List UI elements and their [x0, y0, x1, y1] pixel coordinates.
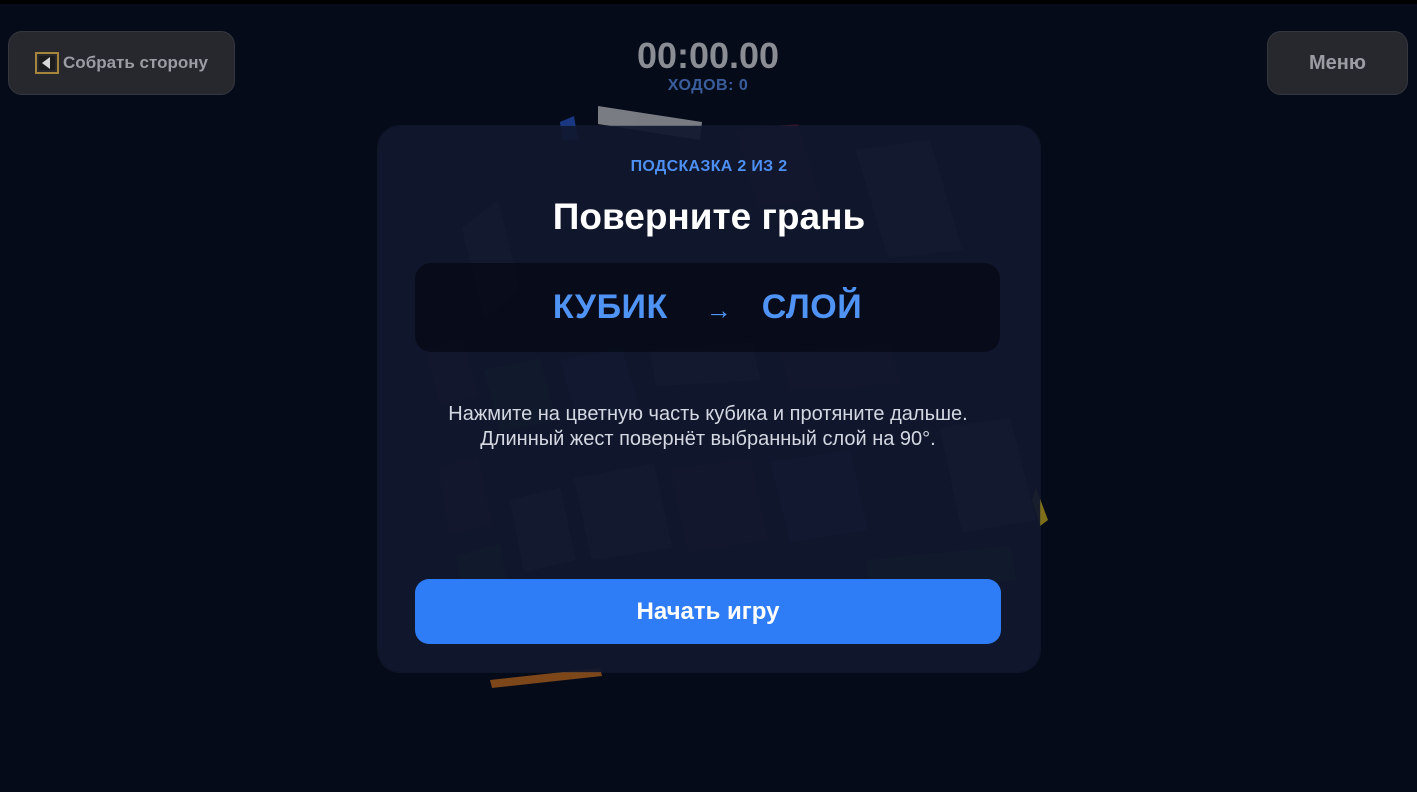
hint-card: ПОДСКАЗКА 2 ИЗ 2 Поверните грань КУБИК →…	[378, 126, 1040, 672]
flow-from: КУБИК	[552, 288, 668, 326]
flow-to: СЛОЙ	[761, 288, 863, 326]
menu-button[interactable]: Меню	[1267, 31, 1408, 95]
hint-title: Поверните грань	[552, 196, 866, 237]
gesture-flow: КУБИК → СЛОЙ	[415, 263, 1000, 352]
hint-description: Нажмите на цветную часть кубика и протян…	[448, 403, 968, 450]
solve-side-button[interactable]: Собрать сторону	[8, 31, 235, 95]
play-left-icon	[35, 52, 60, 74]
start-game-button[interactable]: Начать игру	[415, 579, 1001, 644]
move-counter: ХОДОВ: 0	[667, 77, 749, 94]
game-screen: Собрать сторону 00:00.00 ХОДОВ: 0 Меню П…	[0, 0, 1417, 792]
hint-step: ПОДСКАЗКА 2 ИЗ 2	[630, 158, 788, 175]
solve-side-label: Собрать сторону	[63, 53, 208, 72]
menu-label: Меню	[1309, 51, 1366, 74]
game-timer: 00:00.00	[636, 35, 780, 76]
arrow-right-icon: →	[705, 295, 732, 325]
